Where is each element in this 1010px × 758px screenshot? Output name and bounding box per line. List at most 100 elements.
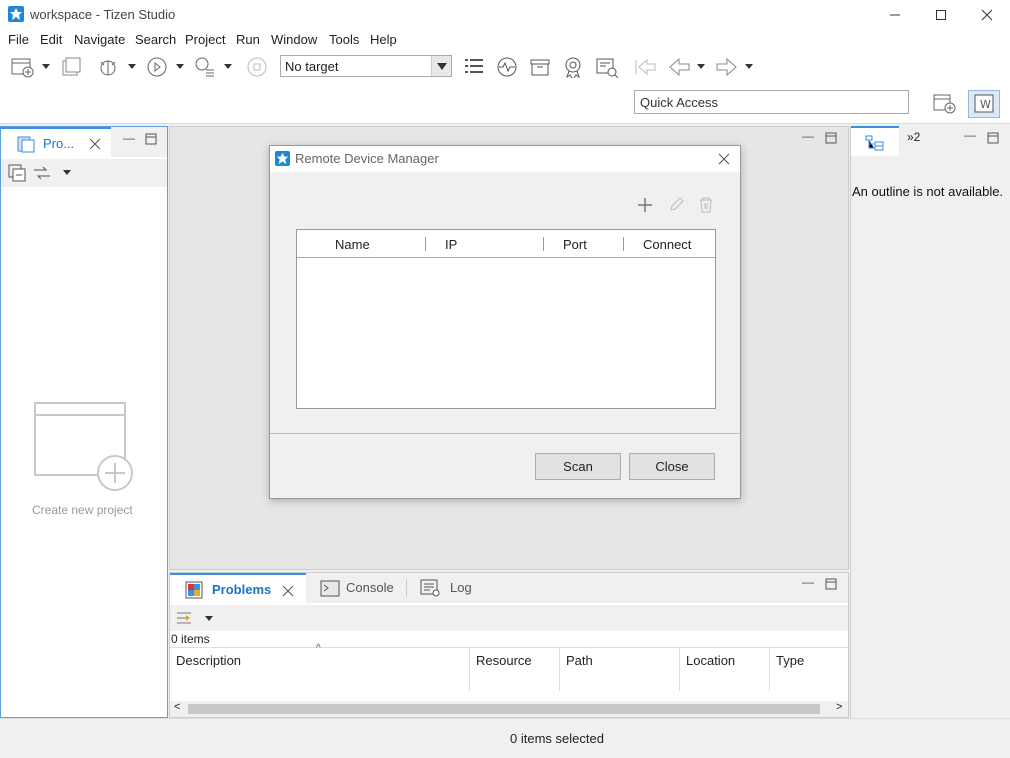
- maximize-button[interactable]: [918, 0, 964, 30]
- back-icon[interactable]: [668, 56, 690, 78]
- debug-dropdown-icon[interactable]: [128, 64, 136, 69]
- forward-dropdown-icon[interactable]: [745, 64, 753, 69]
- dialog-tizen-icon: [275, 151, 290, 166]
- editor-maximize-icon[interactable]: [825, 132, 837, 144]
- maximize-view-icon[interactable]: [145, 133, 157, 145]
- stop-icon[interactable]: [246, 56, 268, 78]
- tab-problems-label: Problems: [212, 582, 272, 597]
- project-explorer-icon: [17, 136, 35, 153]
- run-icon[interactable]: [146, 56, 168, 78]
- edit-device-icon[interactable]: [668, 197, 684, 213]
- scan-button[interactable]: Scan: [535, 453, 621, 480]
- col-type[interactable]: Type: [770, 647, 848, 691]
- bottom-minimize-icon[interactable]: —: [802, 575, 814, 589]
- menu-tools[interactable]: Tools: [329, 32, 359, 47]
- minimize-view-icon[interactable]: —: [123, 131, 135, 145]
- delete-device-icon[interactable]: [698, 197, 714, 213]
- menu-run[interactable]: Run: [236, 32, 260, 47]
- target-select[interactable]: No target: [280, 55, 452, 77]
- package-manager-icon[interactable]: [529, 56, 551, 78]
- col-port[interactable]: Port: [563, 237, 587, 252]
- collapse-all-icon[interactable]: [7, 163, 27, 183]
- problems-panel: Problems Console Log — 0 items Descripti…: [169, 572, 849, 718]
- tizen-logo-icon: [8, 6, 24, 22]
- tab-outline[interactable]: [851, 126, 899, 156]
- create-project-icon[interactable]: [33, 401, 137, 493]
- horizontal-scrollbar[interactable]: < >: [170, 701, 848, 717]
- outline-minimize-icon[interactable]: —: [964, 128, 976, 142]
- debug-icon[interactable]: [97, 56, 119, 78]
- last-edit-location-icon[interactable]: [633, 56, 656, 78]
- save-all-icon[interactable]: [60, 56, 82, 78]
- menu-file[interactable]: File: [8, 32, 29, 47]
- view-menu-icon[interactable]: [63, 170, 71, 175]
- menu-edit[interactable]: Edit: [40, 32, 62, 47]
- menu-window[interactable]: Window: [271, 32, 317, 47]
- problems-toolbar: [170, 605, 848, 631]
- run-configurations-icon[interactable]: [194, 56, 216, 78]
- close-window-button[interactable]: [964, 0, 1010, 30]
- certificate-manager-icon[interactable]: [562, 56, 584, 79]
- menu-search[interactable]: Search: [135, 32, 176, 47]
- forward-icon[interactable]: [714, 56, 737, 78]
- col-path[interactable]: Path: [560, 647, 680, 691]
- console-icon: [320, 580, 340, 597]
- scroll-thumb[interactable]: [188, 704, 820, 714]
- outline-icon: [865, 135, 884, 151]
- close-tab-icon[interactable]: [89, 138, 101, 150]
- project-explorer-tab-bar: Pro... —: [1, 127, 167, 157]
- outline-message: An outline is not available.: [852, 184, 1004, 199]
- menu-navigate[interactable]: Navigate: [74, 32, 125, 47]
- run-config-dropdown-icon[interactable]: [224, 64, 232, 69]
- search-log-icon[interactable]: [595, 56, 619, 79]
- col-name[interactable]: Name: [335, 237, 370, 252]
- tab-log-label: Log: [450, 580, 472, 595]
- outline-maximize-icon[interactable]: [987, 132, 999, 144]
- back-dropdown-icon[interactable]: [697, 64, 705, 69]
- tab-project-explorer-label: Pro...: [43, 136, 75, 151]
- col-location[interactable]: Location: [680, 647, 770, 691]
- target-dropdown-icon[interactable]: [431, 56, 451, 76]
- quick-access-input[interactable]: Quick Access: [634, 90, 909, 114]
- tab-console[interactable]: Console: [318, 573, 408, 603]
- create-new-project-label[interactable]: Create new project: [32, 503, 133, 517]
- close-problems-tab-icon[interactable]: [282, 585, 294, 597]
- items-count: 0 items: [171, 632, 210, 646]
- scroll-right-icon[interactable]: >: [836, 701, 842, 713]
- device-list-icon[interactable]: [463, 56, 485, 78]
- menu-help[interactable]: Help: [370, 32, 397, 47]
- editor-minimize-icon[interactable]: —: [802, 129, 814, 143]
- new-project-icon[interactable]: [10, 56, 34, 78]
- filter-icon[interactable]: [176, 610, 194, 626]
- project-explorer-panel: Pro... — Create new project: [0, 126, 168, 718]
- tab-log[interactable]: Log: [420, 573, 480, 603]
- title-bar: workspace - Tizen Studio: [0, 0, 1010, 30]
- web-perspective-icon[interactable]: W: [968, 90, 1000, 118]
- add-device-icon[interactable]: [637, 197, 653, 213]
- bottom-maximize-icon[interactable]: [825, 578, 837, 590]
- new-dropdown-icon[interactable]: [42, 64, 50, 69]
- tab-divider: [406, 579, 407, 597]
- link-with-editor-icon[interactable]: [32, 163, 52, 183]
- col-resource[interactable]: Resource: [470, 647, 560, 691]
- problems-view-menu-icon[interactable]: [205, 616, 213, 621]
- tab-problems[interactable]: Problems: [170, 573, 306, 603]
- minimize-button[interactable]: [872, 0, 918, 30]
- log-icon: [420, 579, 440, 597]
- tab-project-explorer[interactable]: Pro...: [1, 127, 111, 157]
- col-ip[interactable]: IP: [445, 237, 457, 252]
- menu-project[interactable]: Project: [185, 32, 225, 47]
- run-dropdown-icon[interactable]: [176, 64, 184, 69]
- monitor-icon[interactable]: [496, 56, 518, 78]
- col-sep: [543, 237, 544, 251]
- device-table-header: Name IP Port Connect: [297, 230, 715, 258]
- close-button[interactable]: Close: [629, 453, 715, 480]
- menu-bar: File Edit Navigate Search Project Run Wi…: [0, 30, 1010, 50]
- scroll-left-icon[interactable]: <: [174, 701, 180, 713]
- col-connect[interactable]: Connect: [643, 237, 691, 252]
- tab-overflow[interactable]: »2: [907, 130, 920, 144]
- open-perspective-icon[interactable]: [932, 92, 956, 114]
- bottom-tab-bar: Problems Console Log —: [170, 573, 848, 603]
- dialog-close-icon[interactable]: [718, 153, 730, 165]
- sort-asc-icon: ^: [316, 643, 321, 654]
